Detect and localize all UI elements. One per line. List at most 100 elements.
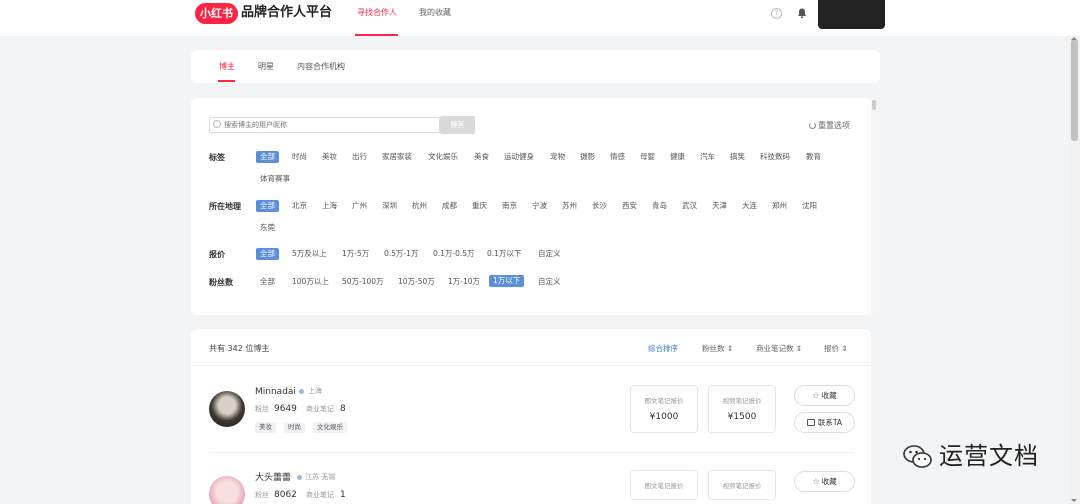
blogger-tag: 文化娱乐	[313, 422, 347, 433]
filter-panel-scrollbar[interactable]	[871, 98, 877, 315]
sort-fans[interactable]: 粉丝数 ⇕	[702, 343, 733, 354]
fans-count: 9649	[274, 404, 297, 414]
tab-celebrities[interactable]: 明星	[258, 61, 274, 73]
page-scroll-thumb[interactable]	[1071, 39, 1078, 141]
tag-option[interactable]: 家居家装	[382, 151, 412, 163]
fans-option[interactable]: 全部	[260, 276, 275, 288]
search-input[interactable]	[209, 117, 440, 133]
divider	[191, 365, 871, 366]
tag-option[interactable]: 摄影	[580, 151, 595, 163]
price-option[interactable]: 0.1万-0.5万	[433, 248, 475, 260]
price-option[interactable]: 全部	[256, 248, 279, 260]
region-option[interactable]: 杭州	[412, 200, 427, 212]
region-option[interactable]: 青岛	[652, 200, 667, 212]
tag-option[interactable]: 搞笑	[730, 151, 745, 163]
region-option[interactable]: 深圳	[382, 200, 397, 212]
blogger-location: 江苏 无锡	[305, 473, 336, 481]
blogger-name[interactable]: 大头蕾蕾	[255, 472, 291, 484]
xiaohongshu-logo[interactable]: 小红书	[195, 3, 238, 24]
watermark-text: 运营文档	[939, 442, 1039, 470]
fans-option[interactable]: 1万以下	[489, 275, 525, 287]
tag-option[interactable]: 情感	[610, 151, 625, 163]
tag-option[interactable]: 文化娱乐	[428, 151, 458, 163]
video-note-price-label: 视频笔记报价	[722, 397, 762, 405]
location-pin-icon	[299, 389, 304, 394]
fans-option[interactable]: 1万-10万	[448, 276, 480, 288]
tag-option[interactable]: 科技数码	[760, 151, 790, 163]
fans-option[interactable]: 100万以上	[292, 276, 329, 288]
region-option[interactable]: 天津	[712, 200, 727, 212]
tag-option[interactable]: 美妆	[322, 151, 337, 163]
region-option[interactable]: 武汉	[682, 200, 697, 212]
region-option[interactable]: 宁波	[532, 200, 547, 212]
region-option[interactable]: 成都	[442, 200, 457, 212]
price-option[interactable]: 0.1万以下	[487, 248, 521, 260]
favorite-label: 收藏	[821, 391, 837, 400]
tag-option[interactable]: 时尚	[292, 151, 307, 163]
tag-option[interactable]: 健康	[670, 151, 685, 163]
favorite-button[interactable]: ☆ 收藏	[794, 471, 855, 492]
tab-bloggers[interactable]: 博主	[219, 61, 235, 73]
tag-option[interactable]: 教育	[806, 151, 821, 163]
region-option[interactable]: 长沙	[592, 200, 607, 212]
image-note-price-label: 图文笔记报价	[644, 397, 684, 405]
tab-find-partner[interactable]: 寻找合作人	[357, 7, 397, 19]
region-option[interactable]: 苏州	[562, 200, 577, 212]
tag-option[interactable]: 汽车	[700, 151, 715, 163]
scroll-up-arrow-icon[interactable]	[1071, 37, 1077, 40]
fans-option[interactable]: 自定义	[538, 276, 561, 288]
contact-button[interactable]: 联系TA	[794, 412, 855, 433]
tag-option[interactable]: 运动健身	[504, 151, 534, 163]
region-option[interactable]: 广州	[352, 200, 367, 212]
search-icon	[213, 120, 221, 128]
fans-option[interactable]: 50万-100万	[342, 276, 384, 288]
region-option[interactable]: 郑州	[772, 200, 787, 212]
avatar[interactable]	[209, 391, 245, 427]
location-pin-icon	[297, 475, 302, 480]
region-option[interactable]: 南京	[502, 200, 517, 212]
fans-label: 粉丝	[255, 491, 269, 499]
tag-option[interactable]: 宠物	[550, 151, 565, 163]
filter-label-region: 所在地理	[209, 202, 241, 211]
scroll-down-arrow-icon[interactable]	[1071, 499, 1077, 502]
fans-option[interactable]: 10万-50万	[398, 276, 435, 288]
region-option[interactable]: 沈阳	[802, 200, 817, 212]
user-account-menu[interactable]	[818, 0, 885, 29]
region-option[interactable]: 重庆	[472, 200, 487, 212]
tag-option[interactable]: 母婴	[640, 151, 655, 163]
price-option[interactable]: 自定义	[538, 248, 561, 260]
price-option[interactable]: 1万-5万	[342, 248, 369, 260]
sort-business-notes[interactable]: 商业笔记数 ⇕	[756, 343, 802, 354]
notes-count: 8	[340, 404, 346, 414]
top-navigation-bar	[0, 0, 1080, 36]
help-icon[interactable]: ?	[771, 8, 782, 19]
region-option[interactable]: 北京	[292, 200, 307, 212]
avatar[interactable]	[209, 476, 245, 504]
video-note-price-label: 视频笔记报价	[722, 482, 762, 490]
tab-my-favorites[interactable]: 我的收藏	[419, 7, 451, 19]
tag-option[interactable]: 美食	[474, 151, 489, 163]
tag-option[interactable]: 体育赛事	[260, 173, 290, 185]
region-option[interactable]: 东莞	[260, 222, 275, 234]
category-tabs-card	[191, 50, 880, 83]
video-note-price: ¥1500	[727, 412, 757, 422]
region-option[interactable]: 上海	[322, 200, 337, 212]
search-button[interactable]: 搜索	[440, 116, 475, 134]
tag-option[interactable]: 全部	[256, 151, 279, 163]
favorite-button[interactable]: ☆ 收藏	[794, 385, 855, 406]
region-option[interactable]: 大连	[742, 200, 757, 212]
image-note-price-label: 图文笔记报价	[644, 482, 684, 490]
sort-comprehensive[interactable]: 综合排序	[648, 343, 678, 354]
image-note-price-box: 图文笔记报价 ¥1000	[630, 385, 698, 433]
bell-icon[interactable]	[796, 7, 808, 19]
region-option[interactable]: 西安	[622, 200, 637, 212]
blogger-name[interactable]: Minnadai	[255, 386, 296, 398]
tab-content-agencies[interactable]: 内容合作机构	[297, 61, 345, 73]
price-option[interactable]: 0.5万-1万	[384, 248, 418, 260]
region-option[interactable]: 全部	[256, 200, 279, 212]
price-option[interactable]: 5万及以上	[292, 248, 327, 260]
tag-option[interactable]: 出行	[352, 151, 367, 163]
reset-options-button[interactable]: 重置选项	[809, 120, 850, 131]
sort-price[interactable]: 报价 ⇕	[824, 343, 848, 354]
filter-panel-scroll-thumb[interactable]	[872, 100, 876, 110]
